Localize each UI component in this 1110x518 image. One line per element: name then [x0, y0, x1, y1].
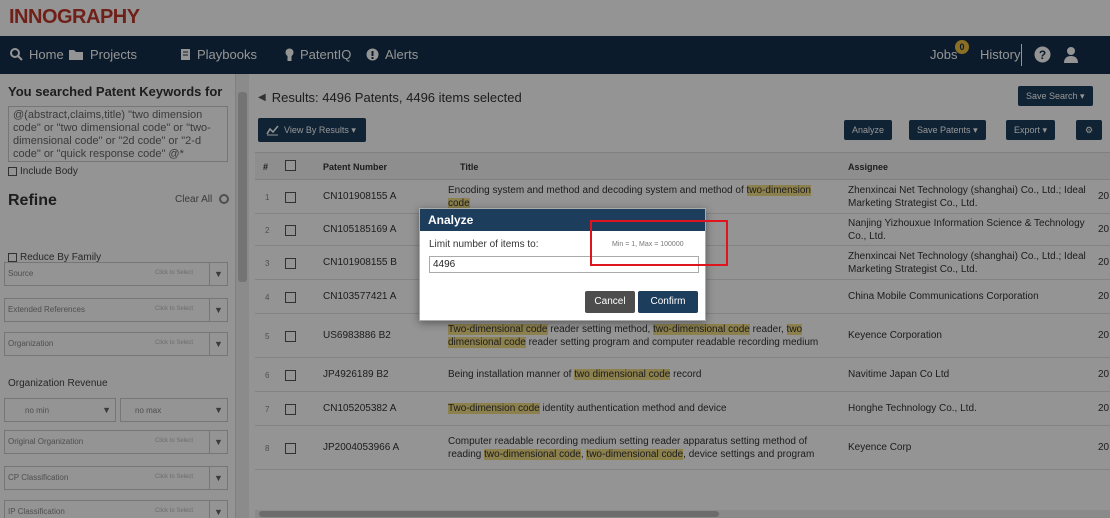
limit-label: Limit number of items to:: [429, 239, 539, 250]
cancel-button[interactable]: Cancel: [585, 291, 635, 313]
highlight-annotation: [590, 220, 728, 266]
confirm-button[interactable]: Confirm: [638, 291, 698, 313]
